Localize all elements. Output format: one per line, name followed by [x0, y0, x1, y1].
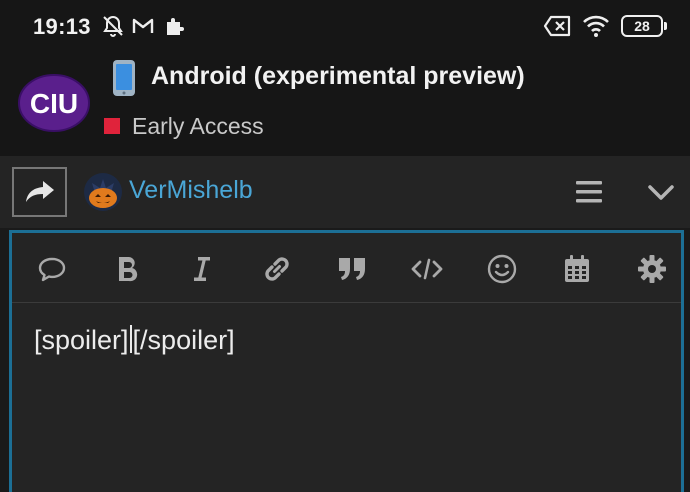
bold-icon[interactable]	[111, 253, 143, 285]
avatar[interactable]	[84, 173, 122, 211]
battery-icon: 28	[621, 15, 663, 37]
editor-toolbar	[12, 233, 681, 303]
status-time: 19:13	[33, 14, 91, 39]
svg-text:CIU: CIU	[30, 88, 78, 119]
speech-bubble-icon[interactable]	[36, 253, 68, 285]
category-label[interactable]: Early Access	[132, 113, 264, 140]
battery-tip	[664, 22, 667, 30]
code-icon[interactable]	[411, 253, 443, 285]
italic-icon[interactable]	[186, 253, 218, 285]
composer-editor: [spoiler] [/spoiler]	[9, 230, 684, 492]
puzzle-icon	[163, 14, 187, 38]
hamburger-menu-icon[interactable]	[574, 179, 604, 205]
status-bar: 19:13 28	[0, 0, 690, 52]
bell-off-icon	[101, 14, 125, 38]
gear-icon[interactable]	[636, 253, 668, 285]
wifi-icon	[582, 14, 610, 38]
username[interactable]: VerMishelb	[129, 176, 253, 205]
reply-bar: VerMishelb	[0, 156, 690, 228]
link-icon[interactable]	[261, 253, 293, 285]
chevron-down-icon[interactable]	[645, 178, 677, 208]
reply-share-icon	[25, 181, 54, 202]
no-sim-icon	[543, 14, 573, 38]
site-logo[interactable]: CIU	[18, 72, 90, 134]
calendar-icon[interactable]	[561, 253, 593, 285]
editor-text-before-caret: [spoiler]	[34, 325, 129, 355]
phone-emoji-icon	[112, 59, 136, 97]
battery-level: 28	[634, 18, 650, 34]
topic-title[interactable]: Android (experimental preview)	[151, 62, 525, 91]
reply-share-button[interactable]	[12, 167, 67, 217]
topic-header: CIU Android (experimental preview) Early…	[0, 52, 690, 156]
editor-textarea[interactable]: [spoiler] [/spoiler]	[34, 325, 235, 356]
text-caret	[129, 325, 132, 353]
gmail-icon	[131, 14, 155, 38]
category-badge-swatch	[104, 118, 120, 134]
quote-icon[interactable]	[336, 253, 368, 285]
editor-text-after-caret: [/spoiler]	[132, 325, 235, 355]
emoji-icon[interactable]	[486, 253, 518, 285]
